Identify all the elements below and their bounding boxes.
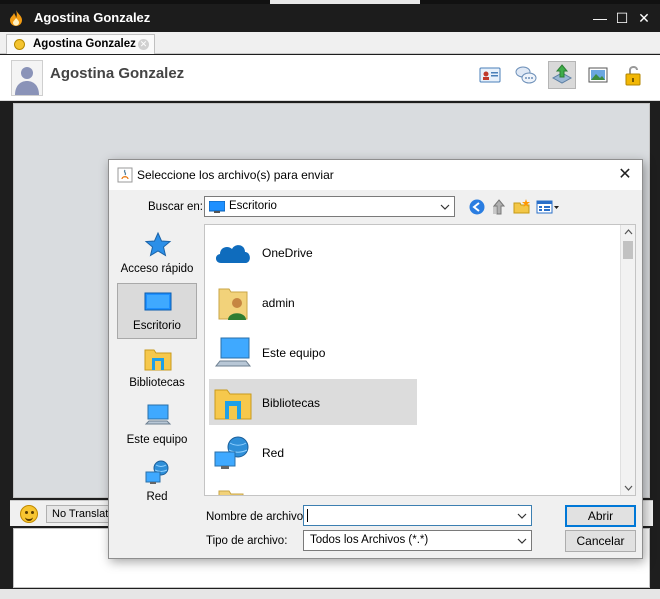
picture-icon [588, 67, 608, 83]
file-list-scrollbar[interactable] [620, 225, 635, 495]
filename-label: Nombre de archivo: [206, 511, 307, 523]
file-name: Bibliotecas [262, 396, 321, 410]
tab-close-icon[interactable]: ✕ [138, 39, 149, 50]
cloud-icon [215, 245, 250, 263]
avatar [11, 60, 43, 96]
look-in-label: Buscar en: [148, 201, 203, 213]
sidebar-item-network[interactable]: Red [117, 454, 197, 510]
filename-input[interactable] [303, 505, 532, 526]
file-name: OneDrive [262, 246, 313, 260]
close-button[interactable]: ✕ [633, 7, 655, 29]
list-item-this-pc[interactable]: Este equipo [209, 329, 417, 375]
libraries-icon [144, 349, 172, 371]
flame-app-icon [10, 10, 22, 26]
desktop-icon [144, 292, 172, 311]
star-icon [144, 231, 172, 257]
text-caret [307, 509, 308, 522]
contact-name: Agostina Gonzalez [50, 65, 185, 82]
chat-bubbles-button[interactable] [512, 61, 540, 89]
chevron-down-icon [517, 538, 527, 544]
smiley-icon [14, 39, 25, 50]
list-item-partial[interactable] [209, 479, 417, 495]
window-bottom-edge [0, 589, 660, 599]
places-sidebar: Acceso rápido Escritorio Bibliotecas Est… [115, 224, 202, 503]
scroll-up-icon[interactable] [624, 228, 633, 237]
up-folder-icon[interactable] [490, 198, 508, 216]
new-folder-icon[interactable] [513, 198, 531, 216]
sidebar-item-quick-access[interactable]: Acceso rápido [117, 226, 197, 282]
chat-bubbles-icon [515, 66, 537, 84]
libraries-icon [214, 389, 252, 420]
sidebar-item-label: Acceso rápido [120, 263, 194, 275]
tab-agostina-gonzalez[interactable]: Agostina Gonzalez ✕ [6, 34, 155, 54]
sidebar-item-label: Escritorio [133, 320, 181, 332]
list-item-onedrive[interactable]: OneDrive [209, 229, 417, 275]
file-name: admin [262, 296, 295, 310]
maximize-button[interactable]: ☐ [611, 7, 633, 29]
computer-icon [214, 337, 252, 367]
unlock-button[interactable] [620, 61, 648, 89]
computer-icon [144, 404, 172, 425]
window-title: Agostina Gonzalez [34, 10, 151, 25]
list-item-network[interactable]: Red [209, 429, 417, 475]
dialog-title-bar: Seleccione los archivo(s) para enviar ✕ [109, 160, 642, 190]
list-item-libraries[interactable]: Bibliotecas [209, 379, 417, 425]
look-in-value: Escritorio [229, 200, 277, 212]
filetype-label: Tipo de archivo: [206, 535, 288, 547]
look-in-combo[interactable]: Escritorio [204, 196, 455, 217]
file-list: OneDrive admin Este equipo Bibliotecas R… [204, 224, 636, 496]
file-name: Este equipo [262, 346, 326, 360]
app-window: Agostina Gonzalez — ☐ ✕ Agostina Gonzale… [0, 0, 660, 599]
sidebar-item-this-pc[interactable]: Este equipo [117, 397, 197, 453]
chevron-down-icon [517, 513, 527, 519]
sidebar-item-label: Red [146, 491, 168, 503]
open-button[interactable]: Abrir [565, 505, 636, 527]
cancel-button[interactable]: Cancelar [565, 530, 636, 552]
unlock-icon [625, 66, 641, 86]
contact-card-button[interactable] [476, 61, 504, 89]
tab-label: Agostina Gonzalez [33, 38, 136, 50]
picture-button[interactable] [584, 61, 612, 89]
scrollbar-thumb[interactable] [623, 241, 633, 259]
send-file-icon [551, 64, 573, 84]
network-icon [214, 436, 249, 469]
minimize-button[interactable]: — [589, 7, 611, 29]
chat-header: Agostina Gonzalez [0, 55, 660, 101]
java-icon [117, 167, 133, 183]
send-file-button[interactable] [548, 61, 576, 89]
list-item-admin[interactable]: admin [209, 279, 417, 325]
title-bar: Agostina Gonzalez — ☐ ✕ [0, 4, 660, 32]
tab-bar: Agostina Gonzalez ✕ [0, 32, 660, 54]
sidebar-item-desktop[interactable]: Escritorio [117, 283, 197, 339]
folder-icon [218, 490, 244, 495]
contact-card-icon [479, 67, 501, 83]
file-chooser-dialog: Seleccione los archivo(s) para enviar ✕ … [108, 159, 643, 559]
sidebar-item-label: Este equipo [126, 434, 188, 446]
emoticon-button[interactable] [20, 505, 38, 523]
filetype-value: Todos los Archivos (*.*) [310, 534, 429, 546]
file-name: Red [262, 446, 285, 460]
dialog-title: Seleccione los archivo(s) para enviar [137, 168, 334, 182]
dialog-close-button[interactable]: ✕ [615, 165, 635, 185]
view-menu-icon[interactable] [536, 198, 560, 216]
scroll-down-icon[interactable] [624, 483, 633, 492]
chevron-down-icon [440, 204, 450, 210]
network-icon [145, 460, 169, 484]
sidebar-item-libraries[interactable]: Bibliotecas [117, 340, 197, 396]
filetype-combo[interactable]: Todos los Archivos (*.*) [303, 530, 532, 551]
user-folder-icon [218, 288, 248, 320]
back-icon[interactable] [468, 198, 486, 216]
sidebar-item-label: Bibliotecas [129, 377, 185, 389]
desktop-icon [209, 201, 225, 213]
